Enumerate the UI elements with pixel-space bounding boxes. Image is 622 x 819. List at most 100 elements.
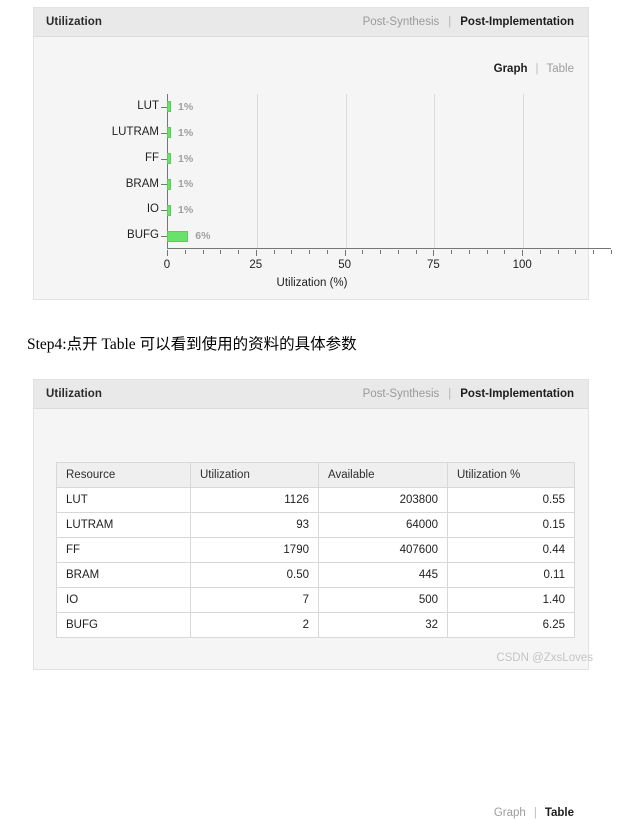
header-separator: | bbox=[448, 388, 452, 400]
chart-bar[interactable] bbox=[167, 153, 171, 165]
table-header-row: Resource Utilization Available Utilization … bbox=[56, 462, 575, 488]
chart-x-tick bbox=[273, 250, 275, 254]
table-column-header[interactable]: Utilization bbox=[190, 462, 319, 488]
table-row[interactable]: LUTRAM 93 64000 0.15 bbox=[56, 512, 575, 538]
chart-bar[interactable] bbox=[167, 178, 171, 190]
utilization-table-panel: Utilization Post-Synthesis | Post-Implem… bbox=[33, 379, 589, 819]
chart-x-tick bbox=[326, 250, 328, 254]
table-cell: 445 bbox=[318, 562, 448, 588]
post-implementation-link[interactable]: Post-Implementation bbox=[460, 16, 574, 28]
table-cell: 2 bbox=[190, 612, 319, 638]
table-view-link[interactable]: Table bbox=[545, 807, 574, 819]
chart-y-tick bbox=[161, 236, 167, 238]
chart-x-tick bbox=[557, 250, 559, 254]
table-body: LUT 1126 203800 0.55 LUTRAM 93 64000 0.15 FF 1790… bbox=[56, 487, 575, 638]
table-row[interactable]: LUT 1126 203800 0.55 bbox=[56, 487, 575, 513]
chart-category-label: BUFG bbox=[127, 229, 159, 242]
chart-y-tick bbox=[161, 184, 167, 186]
chart-x-tick bbox=[504, 250, 506, 254]
graph-view-link[interactable]: Graph bbox=[494, 807, 526, 819]
table-panel-header: Utilization Post-Synthesis | Post-Implem… bbox=[34, 380, 588, 409]
chart-x-tick bbox=[291, 250, 293, 254]
table-row[interactable]: BRAM 0.50 445 0.11 bbox=[56, 562, 575, 588]
page-title: Utilization bbox=[46, 16, 103, 28]
chart-bar[interactable] bbox=[167, 230, 189, 242]
table-row[interactable]: IO 7 500 1.40 bbox=[56, 587, 575, 613]
table-column-header[interactable]: Resource bbox=[56, 462, 191, 488]
post-synthesis-link[interactable]: Post-Synthesis bbox=[363, 16, 440, 28]
table-cell: 0.55 bbox=[447, 487, 575, 513]
chart-category-label: LUT bbox=[137, 100, 159, 112]
chart-x-tick bbox=[611, 250, 612, 254]
table-cell: 6.25 bbox=[447, 612, 575, 638]
chart-x-tick bbox=[255, 250, 257, 256]
chart-category-label: FF bbox=[144, 151, 159, 164]
chart-x-tick-label: 50 bbox=[338, 259, 351, 271]
synthesis-implementation-toggle: Post-Synthesis | Post-Implementation bbox=[363, 16, 574, 28]
chart-bar-row: 6% bbox=[167, 223, 210, 249]
table-column-header[interactable]: Utilization % bbox=[447, 462, 575, 488]
view-switch-separator: | bbox=[535, 63, 539, 75]
chart-bar-row: 1% bbox=[167, 94, 193, 120]
post-synthesis-link[interactable]: Post-Synthesis bbox=[363, 388, 440, 400]
chart-panel-header: Utilization Post-Synthesis | Post-Implem… bbox=[34, 8, 588, 37]
chart-x-tick bbox=[238, 250, 240, 254]
graph-table-switch-table: Graph | Table bbox=[494, 807, 574, 819]
post-implementation-link[interactable]: Post-Implementation bbox=[460, 388, 574, 400]
chart-x-tick bbox=[433, 250, 435, 256]
utilization-resource-table: Resource Utilization Available Utilization … bbox=[56, 462, 575, 638]
table-column-header[interactable]: Available bbox=[318, 462, 448, 488]
chart-x-tick-label: 0 bbox=[163, 259, 171, 271]
graph-view-link[interactable]: Graph bbox=[494, 63, 528, 75]
chart-bar-value-label: 1% bbox=[178, 100, 194, 113]
table-cell: IO bbox=[56, 587, 191, 613]
chart-gridline bbox=[345, 94, 347, 248]
chart-bar-value-label: 1% bbox=[178, 126, 194, 139]
chart-x-tick bbox=[575, 250, 577, 254]
chart-x-tick bbox=[184, 250, 186, 254]
table-cell: 0.44 bbox=[447, 537, 575, 563]
chart-x-tick-label: 75 bbox=[426, 259, 440, 271]
chart-x-tick bbox=[344, 250, 346, 256]
chart-x-tick bbox=[309, 250, 311, 254]
x-axis-title: Utilization (%) bbox=[276, 277, 348, 289]
table-cell: BRAM bbox=[56, 562, 191, 588]
table-cell: 1126 bbox=[190, 487, 319, 513]
chart-category-label: IO bbox=[146, 203, 159, 216]
table-cell: 64000 bbox=[318, 512, 448, 538]
utilization-bar-chart: Utilization (%) 1% LUT 1% LUTRAM 1% FF 1% BRAM 1… bbox=[34, 94, 612, 299]
chart-bar[interactable] bbox=[167, 127, 171, 139]
chart-gridline bbox=[523, 94, 525, 248]
chart-bar-row: 1% bbox=[167, 120, 193, 146]
table-cell: 203800 bbox=[318, 487, 448, 513]
chart-plot-region bbox=[167, 94, 611, 249]
table-cell: BUFG bbox=[56, 612, 191, 638]
table-view-link[interactable]: Table bbox=[547, 63, 575, 75]
table-cell: LUT bbox=[56, 487, 191, 513]
page-title: Utilization bbox=[46, 388, 103, 400]
chart-category-label: BRAM bbox=[125, 177, 159, 190]
table-row[interactable]: FF 1790 407600 0.44 bbox=[56, 537, 575, 563]
table-cell: 93 bbox=[190, 512, 319, 538]
chart-x-tick bbox=[362, 250, 364, 254]
chart-x-tick bbox=[468, 250, 470, 254]
step-caption-text: Step4:点开 Table 可以看到使用的资料的具体参数 bbox=[27, 336, 357, 353]
chart-bar[interactable] bbox=[167, 204, 171, 216]
chart-x-tick-label: 25 bbox=[249, 259, 263, 271]
chart-bar[interactable] bbox=[167, 101, 171, 113]
table-cell: 1790 bbox=[190, 537, 319, 563]
chart-bar-row: 1% bbox=[167, 197, 193, 223]
chart-x-tick bbox=[202, 250, 204, 254]
chart-x-tick bbox=[486, 250, 488, 254]
chart-bar-value-label: 1% bbox=[178, 178, 194, 191]
chart-bar-value-label: 1% bbox=[178, 152, 194, 165]
chart-x-tick bbox=[167, 250, 168, 256]
table-row[interactable]: BUFG 2 32 6.25 bbox=[56, 612, 575, 638]
table-cell: FF bbox=[56, 537, 191, 563]
chart-bar-value-label: 6% bbox=[195, 230, 211, 243]
chart-y-tick bbox=[161, 210, 167, 212]
chart-gridline bbox=[434, 94, 436, 248]
table-cell: LUTRAM bbox=[56, 512, 191, 538]
chart-x-tick bbox=[415, 250, 417, 254]
chart-x-tick bbox=[539, 250, 541, 254]
